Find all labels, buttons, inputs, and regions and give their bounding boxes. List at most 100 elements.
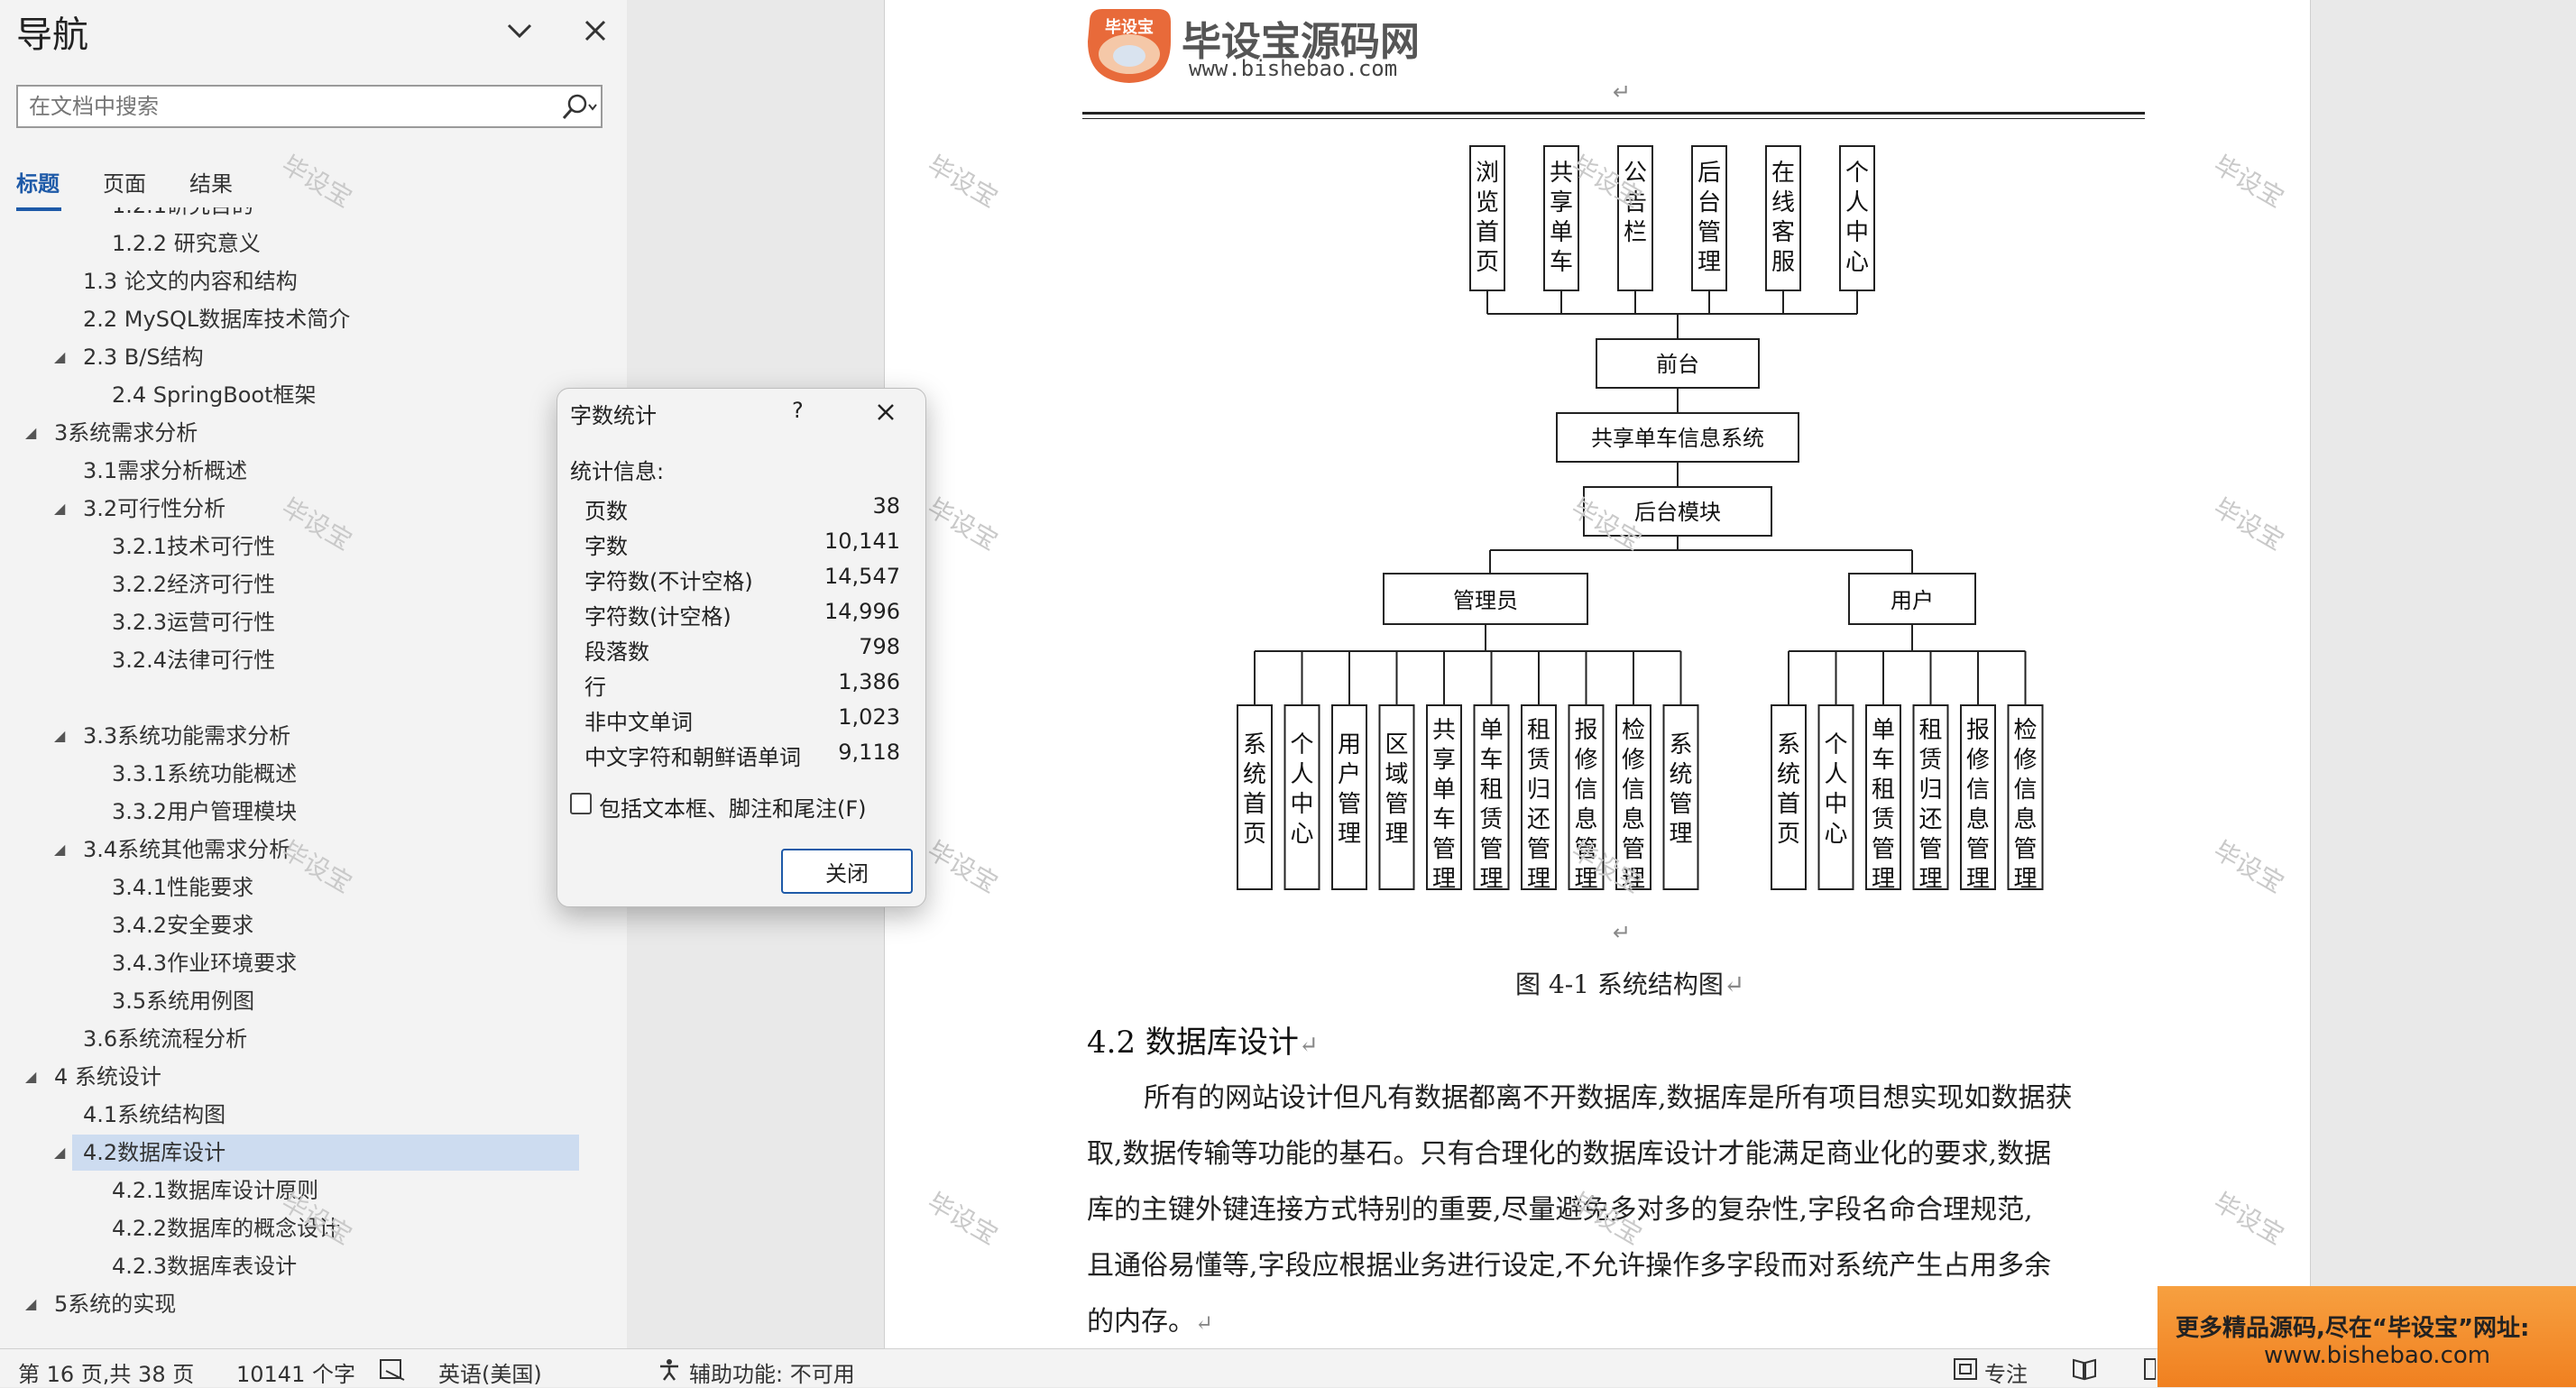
stat-value: 1,386 [838, 669, 900, 694]
logo-badge: 毕设宝 [1105, 17, 1154, 37]
nav-heading-label: 3.2.1技术可行性 [112, 534, 276, 559]
system-label: 共享单车信息系统 [1591, 426, 1764, 451]
stat-value: 38 [872, 493, 900, 519]
include-footnotes-checkbox[interactable] [570, 793, 592, 814]
tab-headings[interactable]: 标题 [16, 166, 60, 198]
header-rule-thin [1082, 118, 2145, 119]
close-icon[interactable] [577, 13, 613, 49]
nav-heading-label: 1.2.2 研究意义 [112, 231, 261, 256]
nav-heading-item[interactable] [0, 680, 627, 716]
dialog-title: 字数统计 [570, 403, 657, 428]
word-count[interactable]: 10141 个字 [236, 1356, 355, 1388]
nav-heading-item[interactable]: 3.5系统用例图 [0, 983, 627, 1019]
nav-heading-item[interactable]: 3.4.2安全要求 [0, 907, 627, 943]
nav-heading-item[interactable]: 3.3.1系统功能概述 [0, 756, 627, 792]
nav-heading-label: 3.3.1系统功能概述 [112, 761, 298, 786]
nav-heading-item[interactable]: 3.2.4法律可行性 [0, 642, 627, 678]
close-icon[interactable] [871, 398, 900, 427]
language-indicator[interactable]: 英语(美国) [438, 1356, 542, 1388]
stat-value: 14,996 [824, 599, 900, 624]
stat-row: 字符数(计空格) 14,996 [584, 599, 900, 631]
nav-heading-item[interactable]: ◢ 3系统需求分析 [0, 415, 627, 451]
nav-heading-item[interactable]: 3.6系统流程分析 [0, 1021, 627, 1057]
nav-heading-item[interactable]: ◢ 2.3 B/S结构 [0, 339, 627, 375]
nav-heading-item[interactable]: 4.2.3数据库表设计 [0, 1248, 627, 1284]
tab-pages[interactable]: 页面 [103, 166, 146, 198]
stat-row: 字符数(不计空格) 14,547 [584, 564, 900, 596]
paragraph-line: 所有的网站设计但凡有数据都离不开数据库,数据库是所有项目想实现如数据获 [1144, 1082, 2073, 1114]
nav-heading-item[interactable]: ◢ 4.2数据库设计 [54, 1135, 579, 1171]
nav-heading-label: 3.5系统用例图 [112, 988, 255, 1014]
nav-heading-item[interactable]: 2.4 SpringBoot框架 [0, 377, 627, 413]
expand-toggle-icon[interactable]: ◢ [54, 832, 65, 868]
read-mode-icon[interactable] [2071, 1356, 2098, 1382]
nav-heading-item[interactable]: 2.2 MySQL数据库技术简介 [0, 301, 627, 337]
search-box[interactable] [16, 85, 603, 128]
expand-toggle-icon[interactable]: ◢ [54, 718, 65, 754]
ad-text: 更多精品源码,尽在“毕设宝”网址: [2176, 1315, 2530, 1342]
accessibility-icon[interactable] [657, 1356, 682, 1382]
stat-row: 非中文单词 1,023 [584, 704, 900, 737]
stat-value: 14,547 [824, 564, 900, 589]
print-layout-icon[interactable] [2143, 1356, 2156, 1382]
nav-heading-item[interactable]: 3.3.2用户管理模块 [0, 794, 627, 830]
nav-heading-label: 3.2可行性分析 [83, 496, 226, 521]
nav-heading-item[interactable]: 1.2.2 研究意义 [0, 225, 627, 262]
help-button[interactable]: ? [792, 398, 804, 423]
expand-toggle-icon[interactable]: ◢ [54, 1135, 65, 1171]
page-indicator[interactable]: 第 16 页,共 38 页 [18, 1356, 194, 1388]
nav-heading-item[interactable]: 4.1系统结构图 [0, 1097, 627, 1133]
search-input[interactable] [27, 92, 532, 121]
stat-label: 字符数(不计空格) [584, 569, 753, 594]
nav-heading-item[interactable]: ◢ 5系统的实现 [0, 1286, 627, 1322]
nav-heading-item[interactable]: ◢ 3.3系统功能需求分析 [0, 718, 627, 754]
stat-value: 10,141 [824, 529, 900, 554]
stat-row: 行 1,386 [584, 669, 900, 702]
proofing-icon[interactable] [379, 1358, 406, 1382]
nav-heading-item[interactable]: 3.2.2经济可行性 [0, 566, 627, 602]
expand-toggle-icon[interactable]: ◢ [54, 339, 65, 375]
nav-heading-item[interactable]: 1.2.1研究目的 [0, 207, 627, 224]
paragraph-line: 取,数据传输等功能的基石。只有合理化的数据库设计才能满足商业化的要求,数据 [1087, 1138, 2052, 1170]
expand-toggle-icon[interactable]: ◢ [25, 1286, 36, 1322]
nav-heading-label: 3.3系统功能需求分析 [83, 723, 291, 749]
chevron-down-icon[interactable] [501, 13, 538, 49]
stat-label: 中文字符和朝鲜语单词 [584, 745, 801, 770]
figure-caption: 图 4-1 系统结构图↵ [1515, 970, 1745, 999]
nav-heading-item[interactable]: 3.2.3运营可行性 [0, 604, 627, 640]
tab-results[interactable]: 结果 [189, 166, 233, 198]
nav-heading-label: 3.6系统流程分析 [83, 1026, 248, 1052]
word-count-dialog: 字数统计 ? 统计信息: 页数 38 字数 10,141 字符数(不计空格) 14,5… [557, 388, 926, 907]
nav-heading-label: 4.1系统结构图 [83, 1102, 226, 1127]
ad-url[interactable]: www.bishebao.com [2264, 1342, 2490, 1369]
expand-toggle-icon[interactable]: ◢ [25, 1059, 36, 1095]
focus-mode-icon[interactable] [1952, 1356, 1979, 1382]
nav-heading-label: 2.4 SpringBoot框架 [112, 382, 317, 408]
nav-heading-item[interactable]: 3.4.3作业环境要求 [0, 945, 627, 981]
nav-heading-item[interactable]: 1.3 论文的内容和结构 [0, 263, 627, 299]
search-icon[interactable] [559, 92, 599, 123]
paragraph-mark: ↵ [1613, 79, 1632, 105]
system-structure-diagram: 浏览首页共享单车公告栏后台管理在线客服个人中心前台共享单车信息系统后台模块管理员… [1237, 145, 2044, 893]
nav-heading-label: 3.4.2安全要求 [112, 913, 254, 938]
nav-heading-item[interactable]: ◢ 4 系统设计 [0, 1059, 627, 1095]
expand-toggle-icon[interactable]: ◢ [54, 491, 65, 527]
stat-label: 字符数(计空格) [584, 604, 731, 630]
stat-label: 字数 [584, 534, 628, 559]
heading-tree: 1.2.1研究目的 1.2.2 研究意义 1.3 论文的内容和结构 2.2 MySQL… [0, 207, 627, 1344]
statistics-heading: 统计信息: [570, 459, 665, 484]
ad-banner[interactable]: 更多精品源码,尽在“毕设宝”网址: www.bishebao.com [2157, 1286, 2576, 1387]
stat-row: 段落数 798 [584, 634, 900, 666]
nav-heading-item[interactable]: 3.1需求分析概述 [0, 453, 627, 489]
backend-label: 后台模块 [1634, 500, 1721, 525]
accessibility-status[interactable]: 辅助功能: 不可用 [689, 1356, 855, 1388]
user-label: 用户 [1891, 588, 1934, 613]
focus-mode[interactable]: 专注 [1984, 1356, 2028, 1388]
stat-row: 字数 10,141 [584, 529, 900, 561]
close-button[interactable]: 关闭 [781, 849, 913, 894]
expand-toggle-icon[interactable]: ◢ [25, 415, 36, 451]
logo-url: www.bishebao.com [1189, 56, 1398, 81]
nav-heading-label: 1.3 论文的内容和结构 [83, 269, 298, 294]
section-heading: 4.2 数据库设计↵ [1087, 1025, 1319, 1061]
stat-label: 非中文单词 [584, 710, 693, 735]
